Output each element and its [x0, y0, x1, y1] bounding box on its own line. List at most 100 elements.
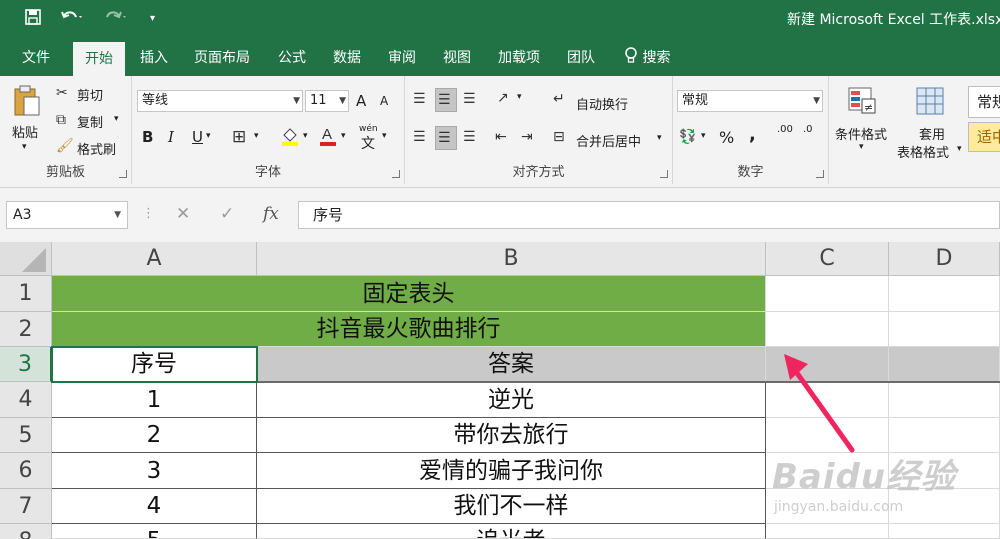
underline-button[interactable]: U	[192, 128, 203, 146]
cell-d5[interactable]	[889, 418, 1000, 453]
clipboard-launcher-icon[interactable]	[119, 170, 127, 178]
cell-a6[interactable]: 3	[52, 453, 257, 489]
tab-view[interactable]: 视图	[431, 40, 483, 76]
tab-team[interactable]: 团队	[555, 40, 607, 76]
increase-indent-icon[interactable]: ⇥	[521, 128, 533, 146]
cell-a5[interactable]: 2	[52, 418, 257, 453]
format-painter-icon[interactable]: 🖌	[56, 137, 74, 155]
cell-b4[interactable]: 逆光	[257, 382, 766, 418]
italic-button[interactable]: I	[168, 128, 174, 146]
row-header-8[interactable]: 8	[0, 524, 52, 539]
tab-insert[interactable]: 插入	[128, 40, 180, 76]
align-bottom-icon[interactable]: ☰	[463, 90, 476, 108]
row-header-1[interactable]: 1	[0, 276, 52, 312]
table-format-dropdown-icon[interactable]: ▾	[957, 144, 962, 154]
orientation-dropdown-icon[interactable]: ▾	[517, 92, 522, 102]
cell-d2[interactable]	[889, 312, 1000, 347]
comma-style-button[interactable]: ,	[749, 124, 756, 145]
undo-icon[interactable]	[60, 8, 84, 32]
tab-file[interactable]: 文件	[10, 40, 62, 76]
accounting-format-icon[interactable]: 💱	[679, 128, 696, 146]
font-color-dropdown-icon[interactable]: ▾	[341, 131, 346, 141]
merge-dropdown-icon[interactable]: ▾	[657, 133, 662, 143]
number-launcher-icon[interactable]	[816, 170, 824, 178]
align-top-icon[interactable]: ☰	[413, 90, 426, 108]
merge-center-button[interactable]: 合并后居中	[576, 131, 641, 150]
percent-style-button[interactable]: %	[719, 128, 734, 147]
bold-button[interactable]: B	[142, 128, 153, 146]
redo-icon[interactable]	[103, 8, 127, 32]
cell-b6[interactable]: 爱情的骗子我问你	[257, 453, 766, 489]
paste-dropdown-icon[interactable]: ▾	[22, 142, 27, 152]
cell-d3[interactable]	[889, 347, 1000, 382]
format-painter-button[interactable]: 格式刷	[77, 139, 116, 158]
decrease-decimal-button[interactable]: .0	[803, 124, 813, 135]
row-header-3[interactable]: 3	[0, 347, 52, 382]
grow-font-button[interactable]: A	[356, 92, 366, 110]
font-name-select[interactable]: 等线 ▼	[137, 90, 303, 112]
formula-input[interactable]: 序号	[298, 201, 1000, 229]
row-header-7[interactable]: 7	[0, 489, 52, 524]
cell-c1[interactable]	[766, 276, 889, 312]
increase-decimal-button[interactable]: .00	[777, 124, 793, 135]
cut-button[interactable]: 剪切	[77, 85, 103, 104]
row-header-6[interactable]: 6	[0, 453, 52, 489]
format-as-table-icon[interactable]	[915, 86, 945, 121]
merge-center-icon[interactable]: ⊟	[553, 128, 565, 146]
style-neutral-cell[interactable]: 适中	[968, 122, 1000, 152]
column-header-d[interactable]: D	[889, 242, 1000, 276]
copy-icon[interactable]: ⧉	[56, 111, 66, 129]
align-left-icon[interactable]: ☰	[413, 128, 426, 146]
phonetic-dropdown-icon[interactable]: ▾	[382, 131, 387, 141]
conditional-format-button[interactable]: 条件格式	[835, 124, 887, 143]
name-box[interactable]: A3 ▼	[6, 201, 128, 229]
cell-a3[interactable]: 序号	[52, 347, 257, 382]
number-format-select[interactable]: 常规 ▼	[677, 90, 823, 112]
font-color-icon[interactable]: A	[318, 125, 338, 152]
align-right-icon[interactable]: ☰	[463, 128, 476, 146]
enter-icon[interactable]: ✓	[220, 203, 234, 225]
more-options-icon[interactable]: ⋮	[142, 203, 155, 225]
merged-cell-subtitle[interactable]: 抖音最火歌曲排行	[52, 312, 766, 347]
tab-addins[interactable]: 加载项	[486, 40, 552, 76]
select-all-corner[interactable]	[0, 242, 52, 276]
tab-formulas[interactable]: 公式	[266, 40, 318, 76]
borders-dropdown-icon[interactable]: ▾	[254, 131, 259, 141]
borders-icon[interactable]: ⊞	[232, 128, 246, 146]
font-launcher-icon[interactable]	[392, 170, 400, 178]
cell-b3[interactable]: 答案	[257, 347, 766, 382]
paste-icon[interactable]	[12, 84, 42, 123]
orientation-icon[interactable]: ↗	[497, 89, 509, 107]
conditional-format-icon[interactable]: ≠	[847, 86, 877, 121]
underline-dropdown-icon[interactable]: ▾	[206, 131, 211, 141]
style-normal-cell[interactable]: 常规	[968, 86, 1000, 118]
format-as-table-label-1[interactable]: 套用	[919, 124, 945, 143]
row-header-2[interactable]: 2	[0, 312, 52, 347]
accounting-dropdown-icon[interactable]: ▾	[701, 131, 706, 141]
fill-color-dropdown-icon[interactable]: ▾	[303, 131, 308, 141]
cell-d4[interactable]	[889, 382, 1000, 418]
tab-data[interactable]: 数据	[321, 40, 373, 76]
cell-a8[interactable]: 5	[52, 524, 257, 539]
cell-a4[interactable]: 1	[52, 382, 257, 418]
insert-function-button[interactable]: fx	[263, 203, 279, 225]
copy-dropdown-icon[interactable]: ▾	[114, 114, 119, 124]
wrap-text-button[interactable]: 自动换行	[576, 94, 628, 113]
copy-button[interactable]: 复制	[77, 112, 103, 131]
paste-button[interactable]: 粘贴	[12, 122, 38, 141]
font-size-select[interactable]: 11 ▼	[305, 90, 349, 112]
tab-home[interactable]: 开始	[73, 42, 125, 76]
phonetic-guide-button[interactable]: 文	[361, 133, 375, 153]
wrap-text-icon[interactable]: ↵	[553, 90, 565, 108]
column-header-b[interactable]: B	[257, 242, 766, 276]
save-icon[interactable]	[24, 8, 42, 32]
cancel-icon[interactable]: ✕	[176, 203, 190, 225]
cell-d1[interactable]	[889, 276, 1000, 312]
cell-b5[interactable]: 带你去旅行	[257, 418, 766, 453]
row-header-4[interactable]: 4	[0, 382, 52, 418]
tell-me-search[interactable]: 搜索	[612, 40, 682, 76]
cut-icon[interactable]: ✂	[56, 84, 68, 102]
shrink-font-button[interactable]: A	[380, 94, 388, 108]
cell-b7[interactable]: 我们不一样	[257, 489, 766, 524]
merged-cell-title[interactable]: 固定表头	[52, 276, 766, 312]
